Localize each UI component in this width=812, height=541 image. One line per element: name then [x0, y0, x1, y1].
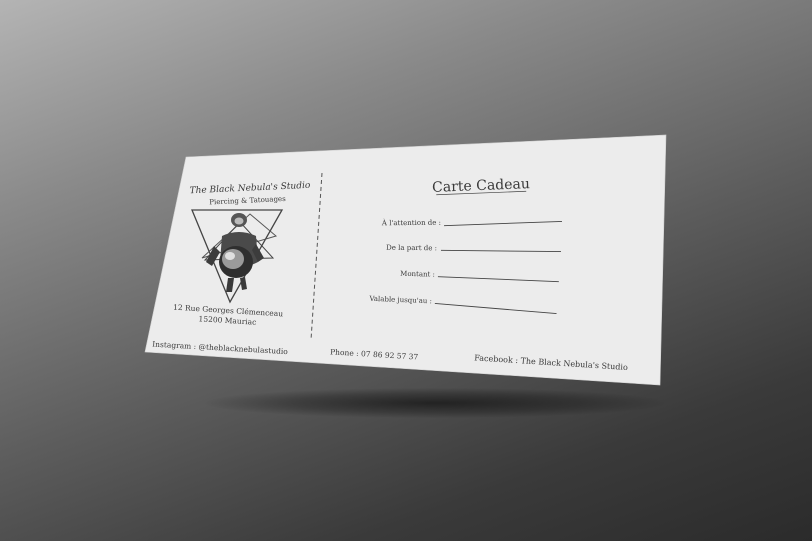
field-label-sender: De la part de :: [386, 244, 437, 253]
field-label-amount: Montant :: [400, 270, 435, 279]
gift-card: The Black Nebula's Studio Piercing & Tat…: [144, 134, 667, 386]
mockup-scene: The Black Nebula's Studio Piercing & Tat…: [0, 0, 812, 541]
field-label-recipient: À l'attention de :: [381, 218, 441, 228]
